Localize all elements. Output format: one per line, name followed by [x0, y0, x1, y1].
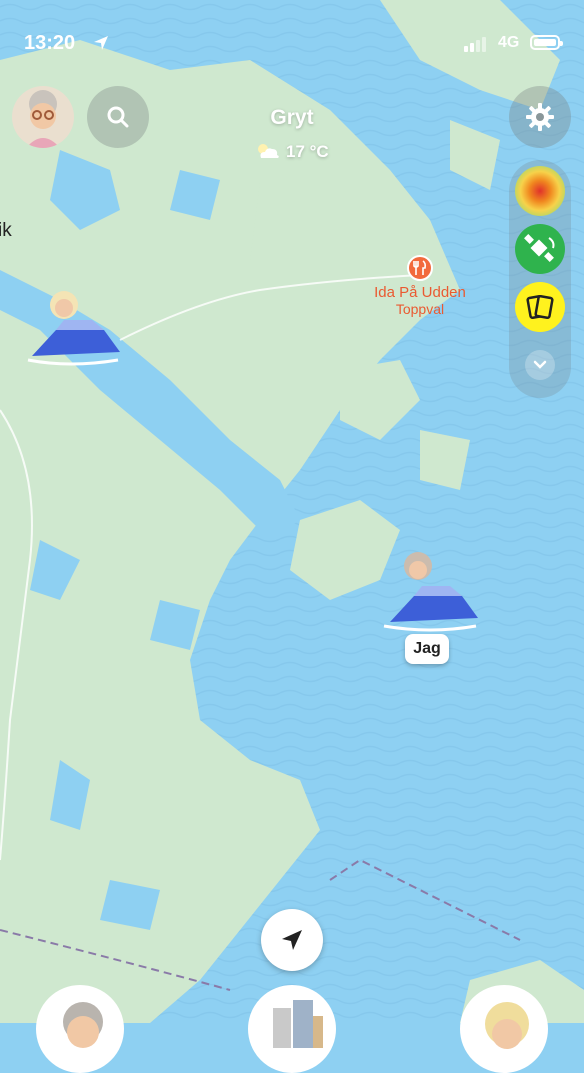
avatar — [63, 1002, 103, 1048]
status-bar: 13:20 4G — [0, 0, 584, 70]
map-layers-tray — [509, 160, 571, 398]
satellite-button[interactable] — [515, 224, 565, 274]
heatmap-icon[interactable] — [515, 166, 565, 216]
cloud-sun-icon — [258, 144, 280, 158]
settings-button[interactable] — [509, 86, 571, 148]
expand-tray-button[interactable] — [525, 350, 555, 380]
signal-icon — [464, 37, 486, 52]
friends-button[interactable] — [460, 985, 548, 1073]
poi-name: Ida På Udden — [374, 284, 466, 301]
cards-icon — [526, 295, 554, 319]
my-location-label[interactable]: Jag — [405, 634, 449, 664]
map-place-label: ik — [0, 220, 12, 241]
location-arrow-icon — [94, 36, 108, 50]
chevron-down-icon — [533, 360, 547, 369]
weather: 17 °C — [0, 142, 584, 162]
cards-button[interactable] — [515, 282, 565, 332]
clock: 13:20 — [24, 32, 76, 54]
buildings-icon — [273, 1000, 323, 1048]
avatar — [485, 1002, 529, 1049]
battery-icon — [530, 35, 563, 50]
place-name[interactable]: Gryt — [0, 106, 584, 130]
poi-marker[interactable]: Ida På Udden Toppval — [330, 255, 510, 317]
satellite-icon — [524, 234, 555, 262]
network-type: 4G — [498, 34, 520, 51]
temperature: 17 °C — [286, 142, 329, 161]
poi-subtitle: Toppval — [395, 301, 445, 317]
restaurant-icon — [407, 255, 433, 281]
recenter-button[interactable] — [261, 909, 323, 971]
navigate-icon — [282, 930, 302, 950]
my-bitmoji-button[interactable] — [36, 985, 124, 1073]
places-button[interactable] — [248, 985, 336, 1073]
gear-icon — [526, 103, 554, 131]
